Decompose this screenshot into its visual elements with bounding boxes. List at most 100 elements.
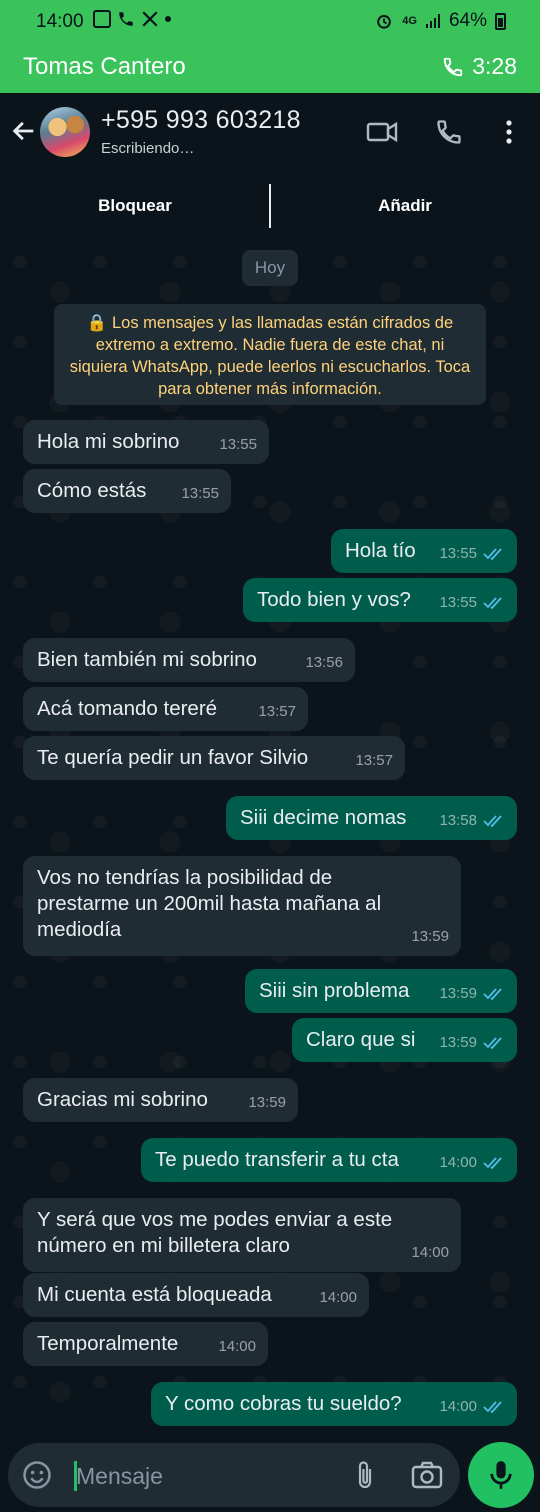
status-right-icons: 4G 64%	[374, 10, 506, 32]
incoming-message[interactable]: Hola mi sobrino 13:55	[23, 420, 269, 464]
message-time: 14:00	[439, 1398, 477, 1415]
incoming-message[interactable]: Gracias mi sobrino 13:59	[23, 1078, 298, 1122]
message-time: 13:59	[411, 928, 449, 945]
message-text: Te quería pedir un favor Silvio	[37, 746, 309, 769]
gallery-icon	[93, 10, 111, 28]
message-time: 13:56	[305, 654, 343, 671]
message-time: 13:59	[439, 985, 477, 1002]
signal-icon	[425, 14, 440, 28]
add-contact-button[interactable]: Añadir	[270, 170, 540, 242]
alarm-icon	[377, 15, 392, 29]
message-time: 13:55	[439, 594, 477, 611]
message-time-group: 13:55	[439, 541, 505, 567]
call-banner-area[interactable]: 14:00 4G 64% Tomas Cantero 3:28	[0, 0, 540, 93]
outgoing-message[interactable]: Y como cobras tu sueldo? 14:00	[151, 1382, 517, 1426]
message-time: 13:57	[258, 703, 296, 720]
more-notifications-dot	[165, 16, 171, 22]
video-call-icon[interactable]	[366, 118, 398, 146]
call-contact-name: Tomas Cantero	[23, 53, 186, 80]
message-time-group: 13:55	[219, 432, 257, 458]
message-time-group: 13:57	[355, 748, 393, 774]
message-text: Acá tomando tereré	[37, 697, 218, 720]
read-ticks-icon	[483, 1157, 502, 1170]
outgoing-message[interactable]: Todo bien y vos? 13:55	[243, 578, 517, 622]
outgoing-message[interactable]: Te puedo transferir a tu cta 14:00	[141, 1138, 517, 1182]
message-text: Vos no tendrías la posibilidad de presta…	[37, 866, 382, 941]
incoming-message[interactable]: Cómo estás 13:55	[23, 469, 231, 513]
composer: Mensaje	[0, 1440, 540, 1512]
message-text: Mi cuenta está bloqueada	[37, 1283, 272, 1306]
read-ticks-icon	[483, 597, 502, 610]
message-text: Y será que vos me podes enviar a este nú…	[37, 1208, 393, 1257]
read-ticks-icon	[483, 1401, 502, 1414]
message-time-group: 13:59	[248, 1090, 286, 1116]
message-input-pill[interactable]: Mensaje	[8, 1443, 460, 1507]
incoming-message[interactable]: Te quería pedir un favor Silvio 13:57	[23, 736, 405, 780]
phone-icon	[444, 57, 463, 76]
message-time-group: 13:59	[439, 1030, 505, 1056]
incoming-message[interactable]: Acá tomando tereré 13:57	[23, 687, 308, 731]
ongoing-call-banner[interactable]: Tomas Cantero 3:28	[0, 48, 540, 88]
back-arrow-icon[interactable]	[10, 117, 38, 145]
message-time: 14:00	[411, 1244, 449, 1261]
voice-call-icon[interactable]	[435, 118, 463, 146]
unknown-contact-actions: Bloquear Añadir	[0, 170, 540, 242]
avatar[interactable]	[40, 107, 90, 157]
battery-icon	[495, 12, 506, 30]
read-ticks-icon	[483, 1037, 502, 1050]
status-left-icons	[93, 10, 171, 28]
chat-header: +595 993 603218 Escribiendo…	[0, 93, 540, 170]
message-time: 13:55	[219, 436, 257, 453]
outgoing-message[interactable]: Siii sin problema 13:59	[245, 969, 517, 1013]
emoji-icon[interactable]	[22, 1460, 52, 1490]
encryption-notice[interactable]: 🔒 Los mensajes y las llamadas están cifr…	[54, 304, 486, 405]
message-time: 13:59	[439, 1034, 477, 1051]
message-input[interactable]: Mensaje	[76, 1463, 163, 1490]
outgoing-message[interactable]: Claro que si 13:59	[292, 1018, 517, 1062]
read-ticks-icon	[483, 548, 502, 561]
incoming-message[interactable]: Mi cuenta está bloqueada 14:00	[23, 1273, 369, 1317]
incoming-message[interactable]: Vos no tendrías la posibilidad de presta…	[23, 856, 461, 956]
status-time: 14:00	[36, 11, 84, 32]
message-text: Gracias mi sobrino	[37, 1088, 208, 1111]
read-ticks-icon	[483, 988, 502, 1001]
outgoing-message[interactable]: Siii decime nomas 13:58	[226, 796, 517, 840]
message-time: 13:55	[181, 485, 219, 502]
message-time-group: 14:00	[319, 1285, 357, 1311]
message-time: 14:00	[319, 1289, 357, 1306]
message-time: 13:55	[439, 545, 477, 562]
phone-icon	[119, 12, 133, 26]
call-duration-group: 3:28	[442, 53, 517, 80]
more-options-icon[interactable]	[502, 118, 516, 146]
battery-percent: 64%	[448, 10, 487, 31]
read-ticks-icon	[483, 815, 502, 828]
x-logo-icon	[142, 11, 158, 27]
incoming-message[interactable]: Bien también mi sobrino 13:56	[23, 638, 355, 682]
message-text: Bien también mi sobrino	[37, 648, 257, 671]
incoming-message[interactable]: Y será que vos me podes enviar a este nú…	[23, 1198, 461, 1272]
status-bar: 14:00 4G 64%	[0, 0, 540, 44]
message-time: 14:00	[439, 1154, 477, 1171]
contact-name[interactable]: +595 993 603218	[101, 106, 301, 135]
network-type: 4G	[402, 15, 417, 27]
typing-status: Escribiendo…	[101, 140, 195, 157]
block-button[interactable]: Bloquear	[0, 170, 270, 242]
incoming-message[interactable]: Temporalmente 14:00	[23, 1322, 268, 1366]
message-time-group: 13:55	[439, 590, 505, 616]
message-time-group: 14:00	[411, 1240, 449, 1266]
message-time-group: 14:00	[439, 1150, 505, 1176]
message-time: 13:59	[248, 1094, 286, 1111]
mic-icon	[490, 1461, 512, 1489]
attach-icon[interactable]	[353, 1459, 377, 1491]
outgoing-message[interactable]: Hola tío 13:55	[331, 529, 517, 573]
message-time-group: 13:56	[305, 650, 343, 676]
message-time-group: 13:57	[258, 699, 296, 725]
message-time-group: 14:00	[218, 1334, 256, 1360]
message-time-group: 13:59	[439, 981, 505, 1007]
message-time: 13:57	[355, 752, 393, 769]
mic-button[interactable]	[468, 1442, 534, 1508]
message-time-group: 14:00	[439, 1394, 505, 1420]
message-time-group: 13:59	[411, 924, 449, 950]
call-duration: 3:28	[472, 53, 517, 79]
camera-icon[interactable]	[411, 1460, 443, 1490]
